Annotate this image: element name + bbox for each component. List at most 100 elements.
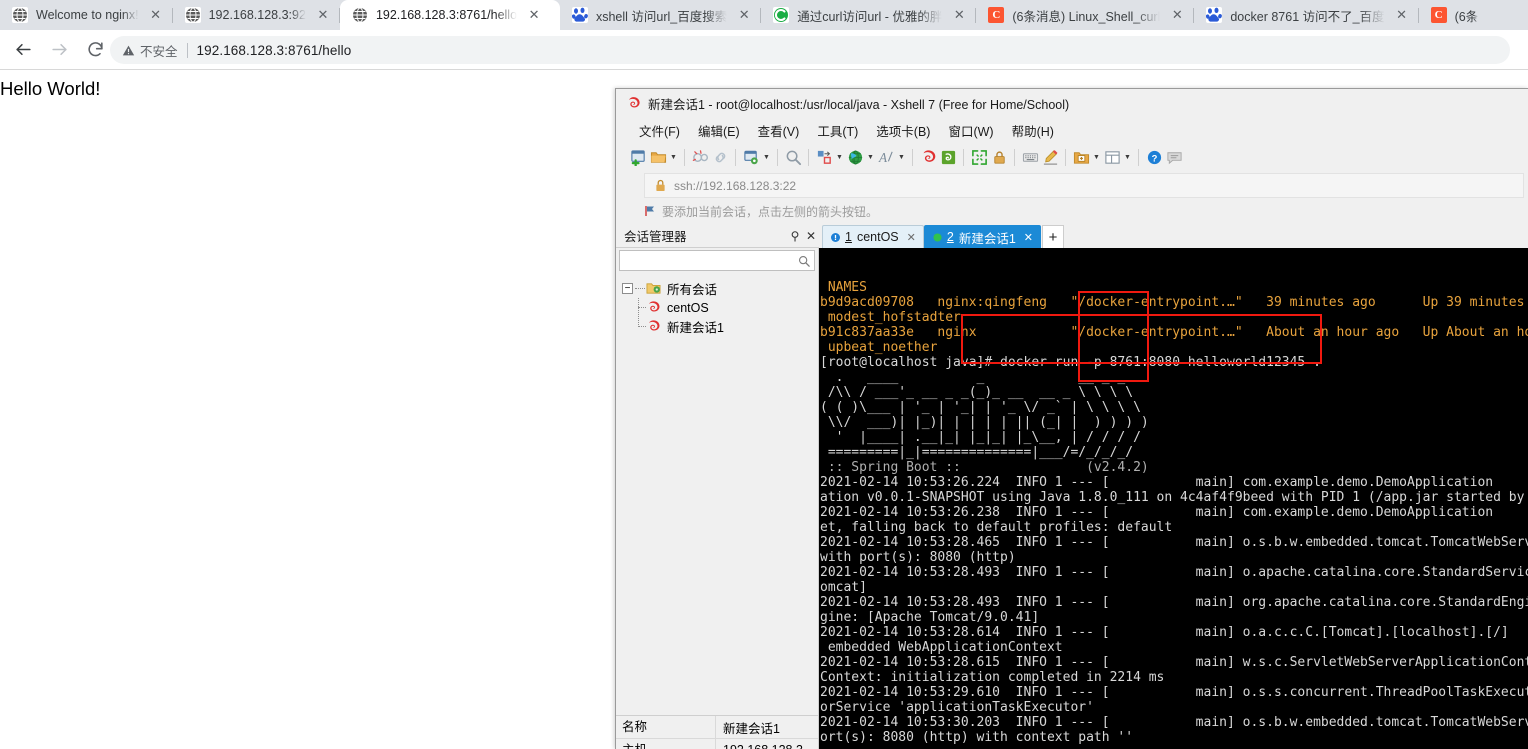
new-tab-button[interactable]: +	[1041, 225, 1064, 248]
keyboard-icon[interactable]	[1020, 147, 1040, 167]
browser-tab-title: 192.168.128.3:8761/hello	[375, 8, 518, 22]
security-label: 不安全	[140, 44, 178, 59]
xshell-logo-icon	[626, 96, 641, 111]
close-icon[interactable]: ✕	[145, 4, 167, 26]
browser-tab-4[interactable]: 通过curl访问url - 优雅的胖 ✕	[761, 0, 977, 30]
svg-text:?: ?	[1151, 153, 1157, 164]
browser-tab-title: docker 8761 访问不了_百度	[1230, 9, 1385, 24]
forward-button[interactable]	[44, 35, 74, 65]
browser-tab-1[interactable]: 192.168.128.3:92 ✕	[173, 0, 340, 30]
xshell-icon[interactable]	[918, 147, 938, 167]
collapse-icon[interactable]: −	[622, 283, 633, 294]
menu-tools[interactable]: 工具(T)	[808, 118, 867, 143]
menu-window[interactable]: 窗口(W)	[939, 118, 1002, 143]
session-properties-icon[interactable]	[741, 147, 761, 167]
terminal-output[interactable]: NAMES b9d9acd09708 nginx:qingfeng "/docke…	[819, 248, 1528, 749]
globe-icon[interactable]	[845, 147, 865, 167]
xftp-icon[interactable]	[938, 147, 958, 167]
session-search-box[interactable]	[619, 250, 815, 271]
lock-icon[interactable]	[989, 147, 1009, 167]
chevron-down-icon[interactable]: ▼	[896, 147, 907, 167]
chevron-down-icon[interactable]: ▼	[668, 147, 679, 167]
chevron-down-icon[interactable]: ▼	[1122, 147, 1133, 167]
menu-tabs[interactable]: 选项卡(B)	[867, 118, 939, 143]
toolbar-divider	[963, 148, 964, 166]
property-row-host: 主机 192.168.128.3	[616, 738, 818, 749]
browser-tab-title: Welcome to nginx!	[36, 8, 139, 22]
xshell-title-bar: 新建会话1 - root@localhost:/usr/local/java -…	[616, 89, 1528, 118]
browser-tab-0[interactable]: Welcome to nginx! ✕	[0, 0, 173, 30]
close-icon[interactable]: ✕	[1024, 231, 1033, 244]
close-icon[interactable]: ✕	[1166, 4, 1188, 26]
close-icon[interactable]: ✕	[948, 4, 970, 26]
close-icon[interactable]: ✕	[1391, 4, 1413, 26]
chevron-down-icon[interactable]: ▼	[834, 147, 845, 167]
tree-root-row[interactable]: − 所有会话	[622, 279, 818, 298]
chevron-down-icon[interactable]: ▼	[865, 147, 876, 167]
terminal-tab-centos[interactable]: 1 centOS ✕	[822, 225, 924, 248]
close-icon[interactable]: ✕	[733, 4, 755, 26]
close-icon[interactable]: ✕	[907, 231, 916, 244]
terminal-line: ( ( )\___ | '_ | '_| | '_ \/ _` | \ \ \ …	[820, 400, 1141, 415]
menu-view[interactable]: 查看(V)	[749, 118, 809, 143]
terminal-line: Context: initialization completed in 221…	[820, 670, 1165, 685]
terminal-line: b91c837aa33e nginx "/docker-entrypoint.……	[820, 325, 1528, 340]
terminal-line: et, falling back to default profiles: de…	[820, 520, 1173, 535]
back-button[interactable]	[8, 35, 38, 65]
property-key: 名称	[616, 716, 716, 738]
browser-tab-6[interactable]: docker 8761 访问不了_百度 ✕	[1194, 0, 1419, 30]
layout-icon[interactable]	[1102, 147, 1122, 167]
page-heading: Hello World!	[0, 78, 101, 99]
new-session-icon[interactable]	[628, 147, 648, 167]
font-icon[interactable]: A	[876, 147, 896, 167]
chevron-down-icon[interactable]: ▼	[1091, 147, 1102, 167]
browser-tab-5[interactable]: C (6条消息) Linux_Shell_curl ✕	[976, 0, 1195, 30]
address-bar[interactable]: 不安全 192.168.128.3:8761/hello	[110, 36, 1510, 64]
terminal-line: 2021-02-14 10:53:28.493 INFO 1 --- [ mai…	[820, 565, 1528, 580]
fullscreen-icon[interactable]	[969, 147, 989, 167]
terminal-line: 2021-02-14 10:53:26.238 INFO 1 --- [ mai…	[820, 505, 1494, 520]
close-icon[interactable]: ✕	[523, 4, 545, 26]
tree-item-new-session-1[interactable]: 新建会话1	[633, 317, 818, 336]
browser-toolbar: 不安全 192.168.128.3:8761/hello	[0, 30, 1528, 70]
terminal-tab-new-session-1[interactable]: 2 新建会话1 ✕	[923, 225, 1041, 248]
find-icon[interactable]	[783, 147, 803, 167]
green-circle-icon	[773, 7, 790, 23]
toolbar-divider	[912, 148, 913, 166]
reload-button[interactable]	[80, 35, 110, 65]
terminal-line: gine: [Apache Tomcat/9.0.41]	[820, 610, 1040, 625]
browser-tab-2-active[interactable]: 192.168.128.3:8761/hello ✕	[339, 0, 560, 30]
add-folder-icon[interactable]	[1071, 147, 1091, 167]
help-icon[interactable]: ?	[1144, 147, 1164, 167]
feedback-icon[interactable]	[1164, 147, 1184, 167]
terminal-line: NAMES	[820, 280, 867, 295]
pin-icon[interactable]: ⚲	[787, 229, 803, 243]
xshell-address-bar[interactable]: ssh://192.168.128.3:22	[644, 173, 1524, 198]
omnibox-divider	[186, 42, 188, 58]
highlight-pen-icon[interactable]	[1040, 147, 1060, 167]
browser-tab-3[interactable]: xshell 访问url_百度搜索 ✕	[560, 0, 762, 30]
menu-edit[interactable]: 编辑(E)	[689, 118, 749, 143]
xshell-menu-bar: 文件(F) 编辑(E) 查看(V) 工具(T) 选项卡(B) 窗口(W) 帮助(…	[616, 118, 1528, 143]
connected-status-icon	[933, 232, 942, 242]
xshell-title-text: 新建会话1 - root@localhost:/usr/local/java -…	[648, 98, 1070, 112]
link-icon	[710, 147, 730, 167]
browser-tab-7[interactable]: C (6条	[1419, 0, 1485, 30]
terminal-tab-number: 2	[946, 230, 954, 244]
toolbar-divider	[777, 148, 778, 166]
terminal-line: omcat]	[820, 580, 867, 595]
xshell-tabs-row: 会话管理器 ⚲ ✕ 1 centOS ✕ 2 新建会话1 ✕ +	[616, 224, 1528, 248]
close-icon[interactable]: ✕	[312, 4, 334, 26]
chevron-down-icon[interactable]: ▼	[761, 147, 772, 167]
tree-item-centos[interactable]: centOS	[633, 298, 818, 317]
transfer-file-icon[interactable]	[814, 147, 834, 167]
terminal-line: [root@localhost java]# docker run -p 876…	[820, 355, 1321, 370]
open-folder-icon[interactable]	[648, 147, 668, 167]
security-warning: 不安全	[122, 41, 178, 60]
session-icon	[645, 319, 661, 335]
menu-file[interactable]: 文件(F)	[630, 118, 689, 143]
close-icon[interactable]: ✕	[803, 229, 819, 243]
menu-help[interactable]: 帮助(H)	[1003, 118, 1063, 143]
tree-root-label: 所有会话	[665, 279, 720, 298]
terminal-tab-bar: 1 centOS ✕ 2 新建会话1 ✕ +	[819, 224, 1528, 248]
